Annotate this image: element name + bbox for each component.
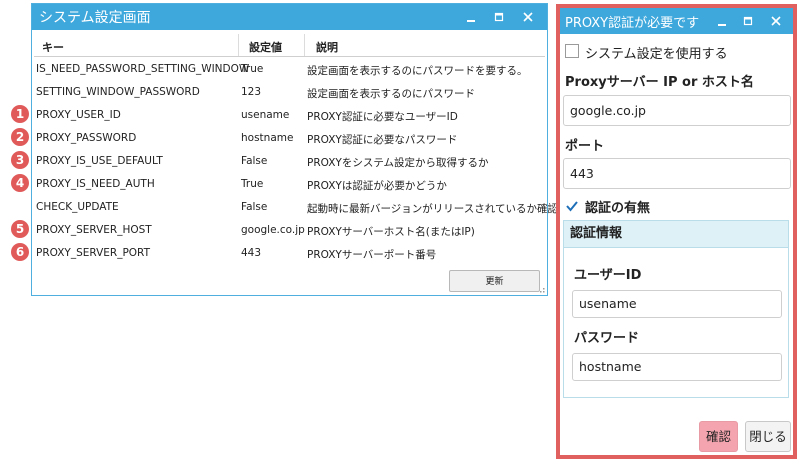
cell-value: False	[241, 155, 268, 167]
settings-window: システム設定画面 キー 設定値 説明 IS_NEED_PASSWORD_SETT…	[31, 3, 579, 296]
cell-value: google.co.jp	[241, 224, 305, 236]
cell-description: PROXYサーバーポート番号	[307, 249, 437, 261]
number-badge: 5	[11, 220, 29, 238]
host-input[interactable]: google.co.jp	[563, 95, 791, 126]
cell-description: 設定画面を表示するのにパスワードを要する。	[307, 65, 528, 77]
cell-key: SETTING_WINDOW_PASSWORD	[36, 86, 200, 98]
cell-value: False	[241, 201, 268, 213]
auth-info-group: 認証情報 ユーザーID usename パスワード hostname	[563, 220, 789, 398]
use-system-settings-checkbox[interactable]	[565, 44, 579, 58]
close-icon[interactable]	[764, 8, 788, 34]
cell-key: PROXY_SERVER_HOST	[36, 224, 152, 236]
refresh-button[interactable]: 更新	[449, 270, 540, 292]
settings-titlebar: システム設定画面	[32, 4, 547, 30]
cell-value: True	[241, 63, 264, 75]
dialog-title: PROXY認証が必要です	[565, 16, 700, 31]
auth-group-title: 認証情報	[564, 221, 788, 248]
number-badge: 6	[11, 243, 29, 261]
grid-header: キー 設定値 説明	[34, 34, 545, 57]
table-row[interactable]: IS_NEED_PASSWORD_SETTING_WINDOW True 設定画…	[34, 58, 545, 80]
column-divider[interactable]	[238, 34, 239, 56]
port-input[interactable]: 443	[563, 158, 791, 189]
minimize-icon[interactable]	[459, 4, 483, 30]
close-icon[interactable]	[516, 4, 540, 30]
table-row[interactable]: PROXY_SERVER_PORT 443 PROXYサーバーポート番号	[34, 242, 545, 264]
checkmark-icon	[566, 201, 578, 212]
table-row[interactable]: PROXY_IS_USE_DEFAULT False PROXYをシステム設定か…	[34, 150, 545, 172]
column-header-description[interactable]: 説明	[316, 39, 338, 55]
maximize-icon[interactable]	[487, 4, 511, 30]
number-badge: 4	[11, 174, 29, 192]
table-row[interactable]: PROXY_SERVER_HOST google.co.jp PROXYサーバー…	[34, 219, 545, 241]
password-label: パスワード	[574, 331, 640, 346]
cell-key: PROXY_USER_ID	[36, 109, 121, 121]
table-row[interactable]: SETTING_WINDOW_PASSWORD 123 設定画面を表示するのにパ…	[34, 81, 545, 103]
cell-key: PROXY_IS_NEED_AUTH	[36, 178, 155, 190]
cell-value: usename	[241, 109, 290, 121]
table-row[interactable]: PROXY_USER_ID usename PROXY認証に必要なユーザーID	[34, 104, 545, 126]
cell-key: PROXY_PASSWORD	[36, 132, 137, 144]
cell-key: CHECK_UPDATE	[36, 201, 119, 213]
cell-description: 起動時に最新バージョンがリリースされているか確認する	[307, 203, 579, 215]
window-title: システム設定画面	[39, 10, 151, 26]
column-divider[interactable]	[304, 34, 305, 56]
auth-required-label[interactable]: 認証の有無	[585, 197, 650, 216]
proxy-titlebar: PROXY認証が必要です	[560, 8, 793, 34]
proxy-dialog: PROXY認証が必要です システム設定を使用する Proxyサーバー IP or…	[556, 4, 797, 459]
auth-required-checkbox[interactable]	[565, 198, 579, 212]
user-id-input[interactable]: usename	[572, 290, 782, 318]
resize-grip-icon[interactable]	[537, 285, 545, 293]
cell-value: True	[241, 178, 264, 190]
table-row[interactable]: PROXY_PASSWORD hostname PROXY認証に必要なパスワード	[34, 127, 545, 149]
cell-key: IS_NEED_PASSWORD_SETTING_WINDOW	[36, 63, 250, 75]
cell-description: PROXYをシステム設定から取得するか	[307, 157, 489, 169]
table-row[interactable]: PROXY_IS_NEED_AUTH True PROXYは認証が必要かどうか	[34, 173, 545, 195]
number-badge: 1	[11, 105, 29, 123]
host-label: Proxyサーバー IP or ホスト名	[565, 75, 754, 90]
cell-description: PROXY認証に必要なパスワード	[307, 134, 458, 146]
password-input[interactable]: hostname	[572, 353, 782, 381]
column-header-key[interactable]: キー	[42, 39, 64, 55]
close-button[interactable]: 閉じる	[745, 421, 791, 452]
cell-value: 443	[241, 247, 262, 259]
user-id-label: ユーザーID	[574, 268, 642, 283]
cell-description: PROXY認証に必要なユーザーID	[307, 111, 458, 123]
cell-key: PROXY_IS_USE_DEFAULT	[36, 155, 163, 167]
confirm-button[interactable]: 確認	[699, 421, 738, 452]
port-label: ポート	[565, 139, 605, 154]
column-header-value[interactable]: 設定値	[249, 39, 282, 55]
minimize-icon[interactable]	[710, 8, 734, 34]
number-badge: 3	[11, 151, 29, 169]
cell-value: 123	[241, 86, 262, 98]
table-row[interactable]: CHECK_UPDATE False 起動時に最新バージョンがリリースされている…	[34, 196, 579, 218]
cell-value: hostname	[241, 132, 294, 144]
cell-description: PROXYサーバーホスト名(またはIP)	[307, 226, 475, 238]
cell-description: 設定画面を表示するのにパスワード	[307, 88, 475, 100]
use-system-settings-label[interactable]: システム設定を使用する	[585, 43, 728, 62]
cell-key: PROXY_SERVER_PORT	[36, 247, 151, 259]
number-badge: 2	[11, 128, 29, 146]
cell-description: PROXYは認証が必要かどうか	[307, 180, 447, 192]
maximize-icon[interactable]	[736, 8, 760, 34]
